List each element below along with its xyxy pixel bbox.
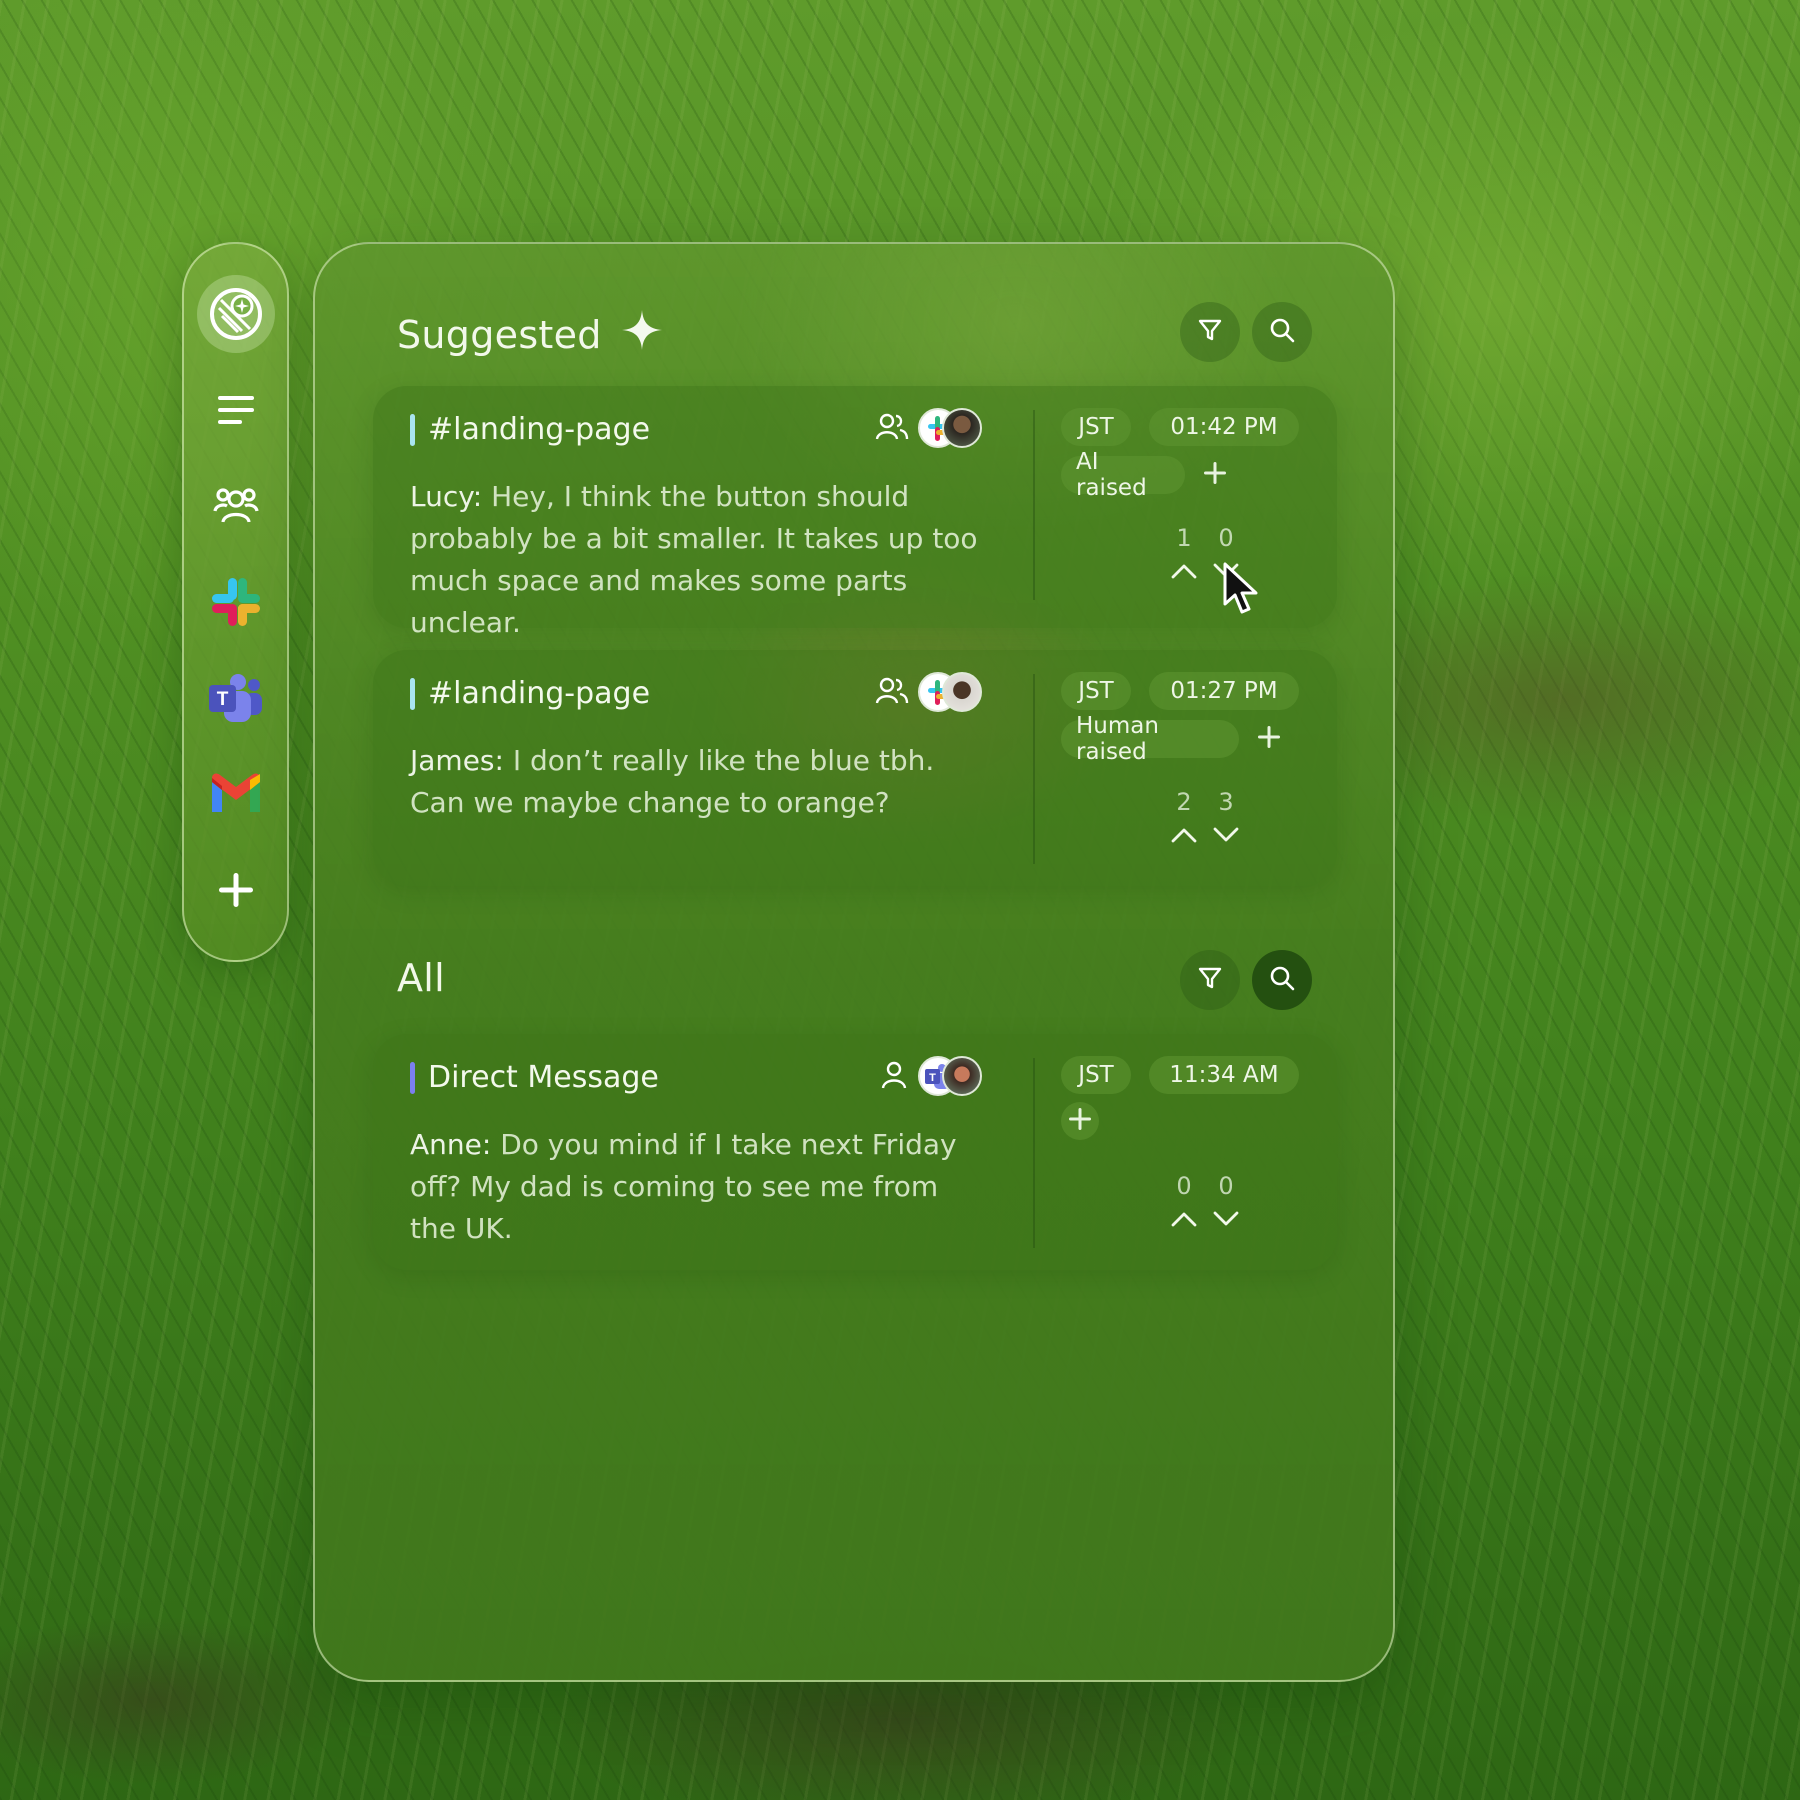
upvote-count: 0 bbox=[1176, 1172, 1192, 1200]
chevron-down-icon bbox=[1212, 826, 1240, 848]
downvote-count: 3 bbox=[1218, 788, 1234, 816]
channel-accent-bar bbox=[410, 1062, 415, 1094]
user-avatar bbox=[942, 1056, 982, 1096]
card-divider bbox=[1033, 1058, 1035, 1248]
time-badge: 01:42 PM bbox=[1149, 408, 1299, 446]
message-panel: Suggested #landing-page Lucy: Hey, I thi… bbox=[313, 242, 1395, 1682]
add-tag-button[interactable] bbox=[1197, 457, 1233, 493]
downvote-button[interactable] bbox=[1209, 1208, 1243, 1234]
card-divider bbox=[1033, 674, 1035, 864]
all-header: All bbox=[397, 956, 445, 1000]
search-icon bbox=[1268, 964, 1296, 996]
plus-icon bbox=[1202, 460, 1228, 490]
message-body: Do you mind if I take next Friday off? M… bbox=[410, 1128, 957, 1245]
channel-accent-bar bbox=[410, 678, 415, 710]
participant-avatars bbox=[918, 672, 982, 712]
channel-name: #landing-page bbox=[428, 676, 651, 711]
plus-icon[interactable] bbox=[204, 858, 268, 922]
timezone-badge: JST bbox=[1061, 408, 1131, 446]
message-card[interactable]: #landing-page James: I don’t really like… bbox=[373, 650, 1337, 886]
message-card[interactable]: #landing-page Lucy: Hey, I think the but… bbox=[373, 386, 1337, 639]
raised-tag: AI raised bbox=[1061, 449, 1185, 501]
people-icon[interactable] bbox=[204, 474, 268, 538]
downvote-button[interactable] bbox=[1209, 824, 1243, 850]
message-body: Hey, I think the button should probably … bbox=[410, 480, 978, 639]
chevron-up-icon bbox=[1170, 1210, 1198, 1232]
filter-icon bbox=[1197, 317, 1223, 347]
suggested-title: Suggested bbox=[397, 312, 602, 357]
add-tag-button[interactable] bbox=[1251, 721, 1287, 757]
teams-icon[interactable]: T bbox=[204, 666, 268, 730]
upvote-button[interactable] bbox=[1167, 1208, 1201, 1234]
message-author: James: bbox=[410, 744, 504, 777]
downvote-count: 0 bbox=[1218, 1172, 1234, 1200]
chevron-down-icon bbox=[1212, 1210, 1240, 1232]
user-avatar bbox=[942, 408, 982, 448]
message-author: Lucy: bbox=[410, 480, 483, 513]
participant-avatars bbox=[918, 408, 982, 448]
channel-accent-bar bbox=[410, 414, 415, 446]
all-search-button[interactable] bbox=[1252, 950, 1312, 1010]
participant-avatars: T bbox=[918, 1056, 982, 1096]
svg-text:T: T bbox=[216, 689, 228, 710]
all-filter-button[interactable] bbox=[1180, 950, 1240, 1010]
all-title: All bbox=[397, 956, 446, 1000]
gmail-icon[interactable] bbox=[204, 762, 268, 826]
timezone-badge: JST bbox=[1061, 1056, 1131, 1094]
message-text: James: I don’t really like the blue tbh.… bbox=[410, 740, 990, 824]
upvote-button[interactable] bbox=[1167, 824, 1201, 850]
channel-name: Direct Message bbox=[428, 1060, 659, 1095]
search-icon bbox=[1268, 316, 1296, 348]
group-icon bbox=[875, 412, 909, 446]
mouse-cursor-icon bbox=[1222, 562, 1262, 622]
suggested-header: Suggested bbox=[397, 308, 664, 361]
plus-icon bbox=[1067, 1106, 1093, 1136]
suggested-search-button[interactable] bbox=[1252, 302, 1312, 362]
upvote-count: 2 bbox=[1176, 788, 1192, 816]
slack-icon[interactable] bbox=[204, 570, 268, 634]
raised-tag: Human raised bbox=[1061, 713, 1239, 765]
suggested-filter-button[interactable] bbox=[1180, 302, 1240, 362]
plus-icon bbox=[1256, 724, 1282, 754]
downvote-count: 0 bbox=[1218, 524, 1234, 552]
group-icon bbox=[875, 676, 909, 710]
compass-logo-icon[interactable] bbox=[196, 275, 275, 353]
lines-icon[interactable] bbox=[204, 378, 268, 442]
filter-icon bbox=[1197, 965, 1223, 995]
message-card[interactable]: Direct Message T Anne: Do you mind if I … bbox=[373, 1034, 1337, 1270]
upvote-button[interactable] bbox=[1167, 560, 1201, 586]
app-sidebar: T bbox=[182, 242, 289, 962]
card-divider bbox=[1033, 410, 1035, 600]
user-avatar bbox=[942, 672, 982, 712]
time-badge: 01:27 PM bbox=[1149, 672, 1299, 710]
upvote-count: 1 bbox=[1176, 524, 1192, 552]
message-text: Anne: Do you mind if I take next Friday … bbox=[410, 1124, 990, 1250]
message-text: Lucy: Hey, I think the button should pro… bbox=[410, 476, 990, 644]
sparkle-icon bbox=[620, 308, 664, 361]
chevron-up-icon bbox=[1170, 826, 1198, 848]
add-tag-button[interactable] bbox=[1061, 1102, 1099, 1140]
channel-name: #landing-page bbox=[428, 412, 651, 447]
time-badge: 11:34 AM bbox=[1149, 1056, 1299, 1094]
person-icon bbox=[881, 1060, 907, 1094]
svg-text:T: T bbox=[929, 1072, 936, 1084]
timezone-badge: JST bbox=[1061, 672, 1131, 710]
chevron-up-icon bbox=[1170, 562, 1198, 584]
message-author: Anne: bbox=[410, 1128, 492, 1161]
